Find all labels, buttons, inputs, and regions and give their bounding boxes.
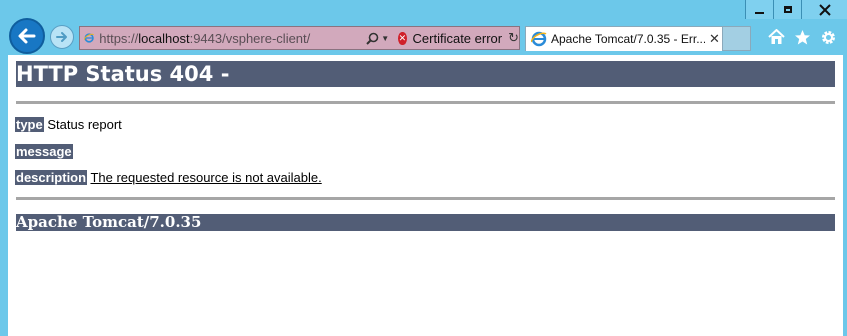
close-window-button[interactable] bbox=[801, 0, 847, 19]
maximize-button[interactable] bbox=[773, 0, 801, 19]
ie-icon bbox=[84, 33, 94, 43]
dropdown-arrow-icon: ▼ bbox=[381, 33, 390, 43]
divider bbox=[16, 101, 835, 104]
close-icon bbox=[818, 3, 831, 16]
ie-icon bbox=[531, 31, 547, 47]
maximize-icon bbox=[783, 6, 792, 13]
server-footer: Apache Tomcat/7.0.35 bbox=[16, 214, 835, 231]
refresh-icon[interactable]: ↻ bbox=[508, 30, 519, 46]
url-path: :9443/vsphere-client/ bbox=[189, 30, 311, 46]
back-arrow-icon bbox=[18, 28, 36, 44]
minimize-icon bbox=[755, 11, 764, 14]
message-label: message bbox=[15, 144, 73, 159]
forward-arrow-icon bbox=[56, 32, 67, 42]
certificate-error-icon[interactable]: ✕ bbox=[398, 31, 407, 45]
type-row: type Status report bbox=[15, 117, 122, 132]
browser-tab[interactable]: Apache Tomcat/7.0.35 - Err... ✕ bbox=[525, 26, 723, 51]
description-value: The requested resource is not available. bbox=[90, 170, 322, 185]
favorites-star-icon[interactable] bbox=[793, 28, 811, 46]
message-row: message bbox=[15, 144, 73, 159]
divider bbox=[16, 197, 835, 200]
tab-close-icon[interactable]: ✕ bbox=[709, 31, 720, 47]
url-host: localhost bbox=[138, 30, 190, 46]
page-content: HTTP Status 404 - type Status report mes… bbox=[8, 55, 843, 336]
minimize-button[interactable] bbox=[745, 0, 773, 19]
type-value: Status report bbox=[47, 117, 122, 132]
address-search-button[interactable]: ▼ bbox=[366, 32, 389, 45]
page-title: HTTP Status 404 - bbox=[16, 61, 835, 87]
search-icon bbox=[366, 32, 379, 45]
window-caption-buttons bbox=[745, 0, 847, 20]
certificate-error-label[interactable]: Certificate error bbox=[413, 31, 503, 46]
new-tab-button[interactable] bbox=[723, 26, 751, 51]
address-bar[interactable]: https://localhost:9443/vsphere-client/ ▼… bbox=[79, 26, 520, 50]
url-protocol: https:// bbox=[99, 30, 139, 46]
home-icon[interactable] bbox=[767, 28, 785, 46]
type-label: type bbox=[15, 117, 44, 132]
tab-title: Apache Tomcat/7.0.35 - Err... bbox=[551, 32, 705, 46]
back-button[interactable] bbox=[9, 18, 45, 54]
toolbar-icons bbox=[767, 28, 837, 46]
gear-icon[interactable] bbox=[819, 28, 837, 46]
description-label: description bbox=[15, 170, 88, 185]
forward-button[interactable] bbox=[50, 25, 74, 49]
url-text[interactable]: https://localhost:9443/vsphere-client/ bbox=[99, 31, 310, 46]
description-row: description The requested resource is no… bbox=[15, 170, 322, 185]
